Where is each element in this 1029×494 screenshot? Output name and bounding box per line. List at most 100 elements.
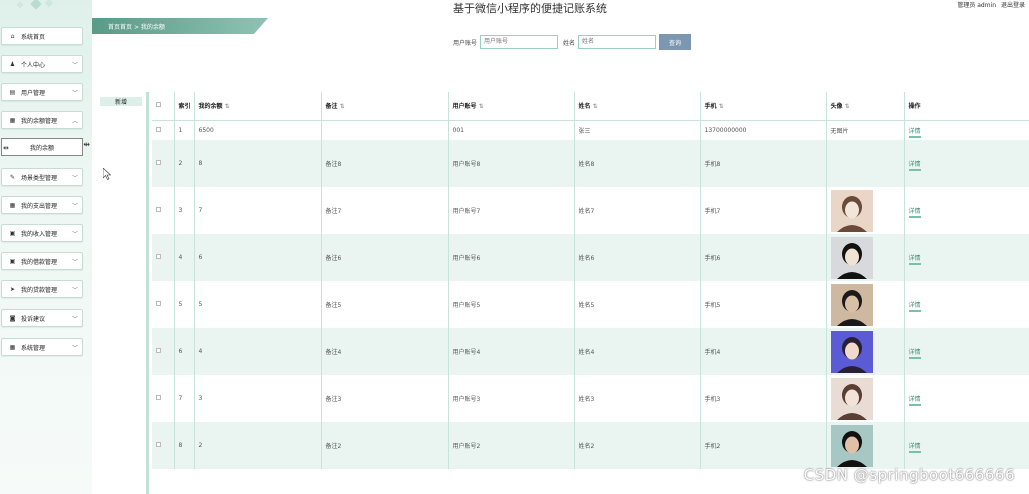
add-button[interactable]: 新增 — [100, 97, 142, 106]
breadcrumb: 首页首页 > 我的余额 — [92, 18, 268, 34]
user-info: 管理员 admin 退出登录 — [954, 0, 1025, 9]
logout-link[interactable]: 退出登录 — [1001, 2, 1025, 9]
cell-account: 用户账号4 — [448, 328, 575, 375]
grid-icon: ▦ — [9, 116, 16, 124]
chevron-down-icon: ﹀ — [71, 62, 78, 69]
row-checkbox[interactable] — [156, 442, 161, 447]
sidebar-decoration — [16, 0, 54, 10]
column-header-name[interactable]: 姓名 ⇅ — [574, 92, 701, 121]
cell-index: 8 — [174, 422, 195, 469]
cell-avatar — [826, 234, 905, 281]
table-row: 6 4 备注4 用户账号4 姓名4 手机4 详情 — [152, 328, 1029, 375]
detail-button[interactable]: 详情 — [908, 127, 921, 138]
cell-account: 用户账号3 — [448, 375, 575, 422]
sort-icon[interactable]: ⇅ — [225, 103, 230, 110]
sidebar-item-label: 个人中心 — [21, 61, 46, 69]
row-checkbox-cell[interactable] — [152, 375, 175, 422]
row-checkbox-cell[interactable] — [152, 187, 175, 234]
sort-icon[interactable]: ⇅ — [719, 103, 724, 110]
account-label: 用户账号 — [453, 39, 478, 47]
row-checkbox-cell[interactable] — [152, 328, 175, 375]
cell-index: 5 — [174, 281, 195, 328]
detail-button[interactable]: 详情 — [908, 161, 921, 171]
sidebar-item[interactable]: ➤ 我的贷款管理 ﹀ — [1, 280, 83, 298]
detail-button[interactable]: 详情 — [908, 396, 921, 406]
row-checkbox[interactable] — [156, 254, 161, 259]
cell-balance: 6500 — [194, 120, 322, 140]
cell-phone: 手机4 — [700, 328, 827, 375]
row-checkbox-cell[interactable] — [152, 140, 175, 187]
detail-button[interactable]: 详情 — [908, 255, 921, 265]
sort-icon[interactable]: ⇅ — [845, 103, 850, 110]
row-checkbox[interactable] — [156, 160, 161, 165]
row-checkbox-cell[interactable] — [152, 422, 175, 469]
sidebar-item[interactable]: ⌂ 系统首页 — [1, 27, 83, 45]
cell-phone: 手机5 — [700, 281, 827, 328]
checkbox-icon[interactable] — [156, 102, 161, 108]
avatar[interactable] — [830, 377, 873, 420]
clipboard-icon: ▣ — [9, 229, 16, 237]
row-checkbox-cell[interactable] — [152, 234, 175, 281]
column-header-note[interactable]: 备注 ⇅ — [321, 92, 449, 121]
search-button[interactable]: 查询 — [659, 34, 691, 50]
sidebar-item[interactable]: ▤ 用户管理 ﹀ — [1, 83, 83, 101]
sidebar-item[interactable]: ✎ 场景类型管理 ﹀ — [1, 168, 83, 186]
row-checkbox[interactable] — [156, 207, 161, 212]
clipboard-icon: ▣ — [9, 257, 16, 265]
sort-icon[interactable]: ⇅ — [593, 103, 598, 110]
search-name: 姓名 — [563, 34, 657, 50]
sidebar-subitem-balance[interactable]: ⇹ 我的余额 ⇹ — [1, 138, 90, 156]
sidebar-item[interactable]: ▣ 我的借款管理 ﹀ — [1, 252, 83, 270]
row-checkbox[interactable] — [156, 395, 161, 400]
sort-icon[interactable]: ⇅ — [479, 103, 484, 110]
cell-actions: 详情 — [904, 120, 1029, 140]
cell-phone: 手机7 — [700, 187, 827, 234]
column-header-balance[interactable]: 我的余额 ⇅ — [194, 92, 322, 121]
cell-note: 备注8 — [321, 140, 449, 187]
column-header-phone[interactable]: 手机 ⇅ — [700, 92, 827, 121]
detail-button[interactable]: 详情 — [908, 302, 921, 312]
sidebar-item[interactable]: ▦ 我的支出管理 ﹀ — [1, 196, 83, 214]
detail-button[interactable]: 详情 — [908, 349, 921, 359]
avatar[interactable] — [830, 424, 873, 467]
breadcrumb-home[interactable]: 首页首页 — [108, 24, 132, 31]
sidebar-item[interactable]: ▣ 我的收入管理 ﹀ — [1, 224, 83, 242]
cell-index: 3 — [174, 187, 195, 234]
row-checkbox[interactable] — [156, 348, 161, 353]
detail-button[interactable]: 详情 — [908, 443, 921, 453]
row-checkbox-cell[interactable] — [152, 281, 175, 328]
avatar[interactable] — [830, 283, 873, 326]
sidebar-item[interactable]: ▦ 我的余额管理 ︿ — [1, 111, 83, 129]
sidebar-item[interactable]: ♟ 个人中心 ﹀ — [1, 55, 83, 73]
sidebar: ⌂ 系统首页 ♟ 个人中心 ﹀ ▤ 用户管理 ﹀ ▦ 我的余额管理 ︿ ✎ 场景类型管理 ﹀ ▦ 我的支出管理… — [0, 0, 92, 494]
drag-handle-icon[interactable]: ⇹ — [3, 144, 9, 152]
table-row: 2 8 备注8 用户账号8 姓名8 手机8 详情 — [152, 140, 1029, 187]
sidebar-item[interactable]: ◙ 投诉建议 ﹀ — [1, 309, 83, 327]
column-header-avatar[interactable]: 头像 ⇅ — [826, 92, 905, 121]
sidebar-item-label: 系统首页 — [21, 33, 46, 41]
cell-note — [321, 120, 449, 140]
row-checkbox-cell[interactable] — [152, 120, 175, 140]
account-input[interactable] — [480, 35, 559, 49]
page-title: 基于微信小程序的便捷记账系统 — [453, 2, 607, 15]
chevron-down-icon: ﹀ — [71, 203, 78, 210]
mouse-cursor-icon — [103, 168, 111, 180]
grid-icon: ▦ — [9, 201, 16, 209]
sort-icon[interactable]: ⇅ — [340, 103, 345, 110]
select-all-checkbox[interactable] — [152, 92, 175, 121]
avatar[interactable] — [830, 330, 873, 373]
avatar[interactable] — [830, 236, 873, 279]
sidebar-item[interactable]: ▦ 系统管理 ﹀ — [1, 338, 83, 356]
column-header-account[interactable]: 用户账号 ⇅ — [448, 92, 575, 121]
sidebar-item-label: 我的支出管理 — [21, 202, 58, 210]
watermark: CSDN @springboot666666 — [803, 466, 1015, 484]
row-checkbox[interactable] — [156, 126, 161, 132]
name-input[interactable] — [578, 35, 657, 49]
detail-button[interactable]: 详情 — [908, 208, 921, 218]
chevron-down-icon: ﹀ — [71, 175, 78, 182]
breadcrumb-text: 首页首页 > 我的余额 — [108, 22, 165, 31]
avatar[interactable] — [830, 189, 873, 232]
row-checkbox[interactable] — [156, 301, 161, 306]
send-icon: ➤ — [9, 285, 16, 293]
column-header-index[interactable]: 索引 — [174, 92, 195, 121]
